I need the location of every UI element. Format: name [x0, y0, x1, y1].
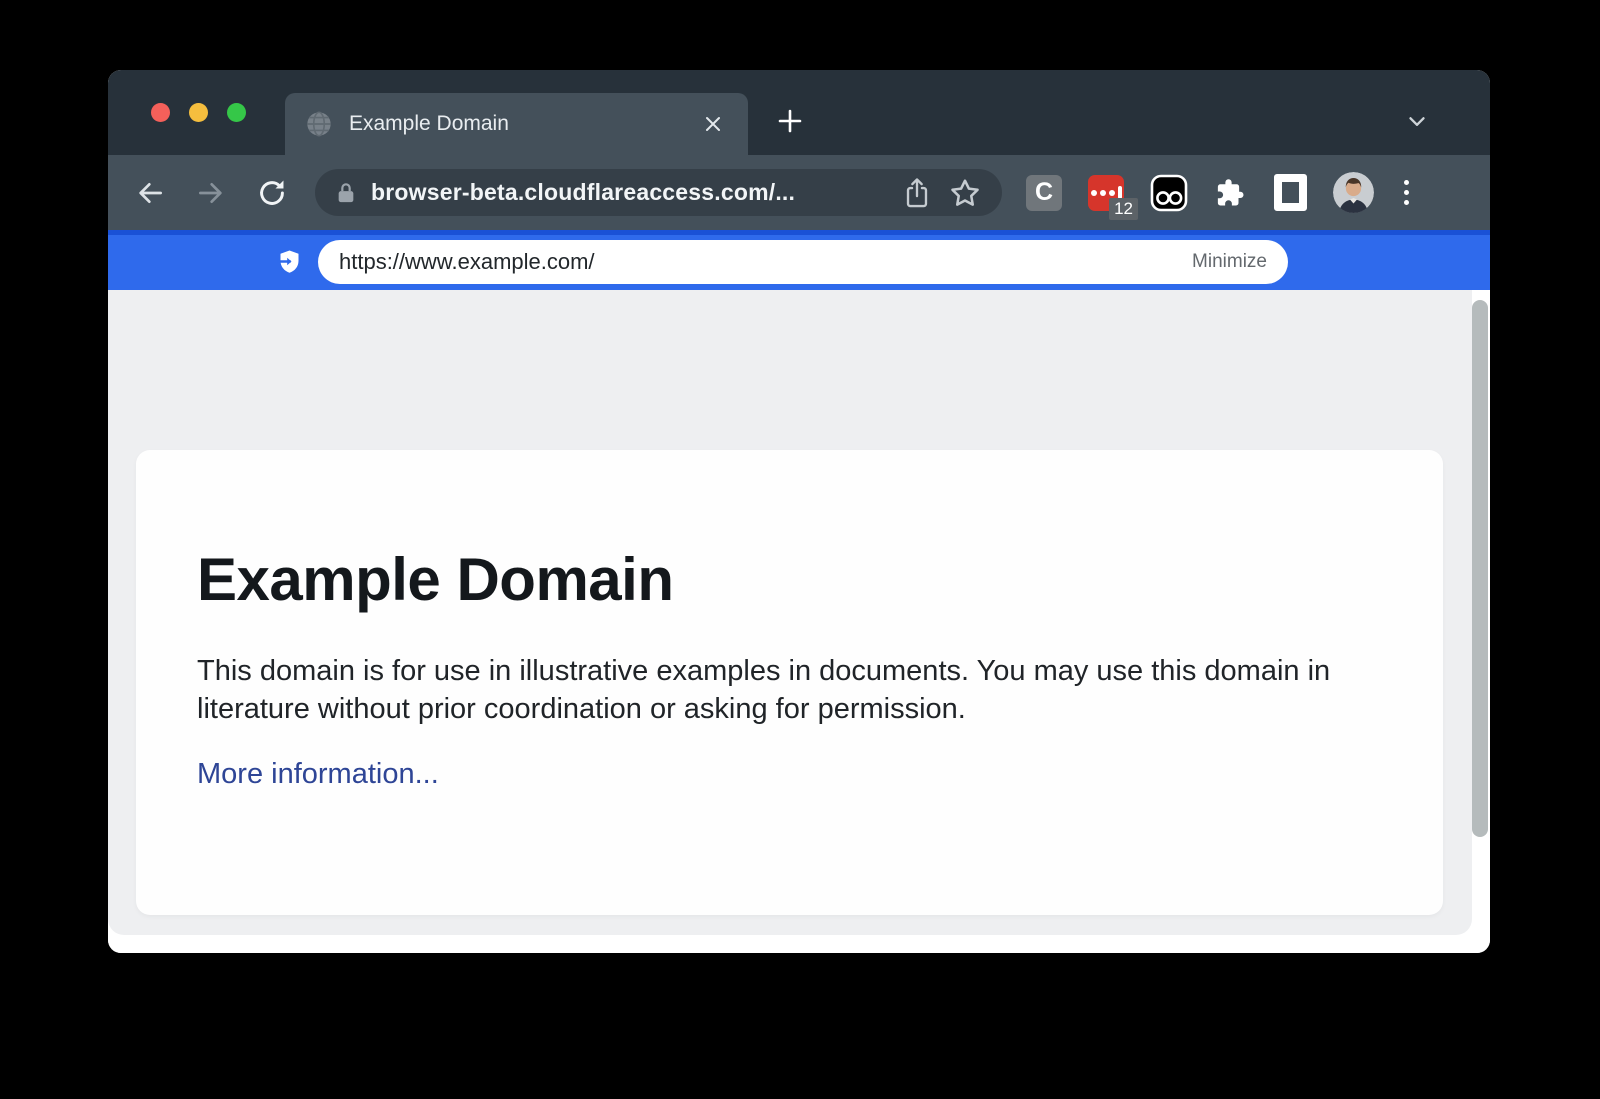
access-url-input[interactable]: https://www.example.com/ Minimize [318, 240, 1288, 284]
star-icon [949, 177, 981, 209]
address-bar[interactable]: browser-beta.cloudflareaccess.com/... [315, 169, 1002, 216]
avatar-photo [1333, 172, 1374, 213]
new-tab-button[interactable] [770, 101, 810, 141]
menu-dot [1404, 180, 1409, 185]
browser-menu-button[interactable] [1400, 176, 1413, 209]
page-viewport: Example Domain This domain is for use in… [108, 290, 1490, 953]
lastpass-dot [1100, 190, 1106, 196]
profile-avatar[interactable] [1333, 172, 1374, 213]
extension-badge-count: 12 [1109, 198, 1138, 220]
c-extension-icon[interactable]: C [1026, 175, 1062, 211]
more-information-link[interactable]: More information... [197, 758, 439, 791]
lock-icon [335, 180, 357, 206]
side-panel-button[interactable] [1274, 174, 1307, 211]
tab-bar: Example Domain [108, 70, 1490, 155]
puzzle-icon [1216, 178, 1246, 208]
browser-toolbar: browser-beta.cloudflareaccess.com/... C [108, 155, 1490, 230]
browser-window: Example Domain [108, 70, 1490, 953]
tab-example-domain[interactable]: Example Domain [285, 93, 748, 155]
tab-search-button[interactable] [1397, 101, 1437, 141]
lastpass-extension-icon[interactable]: 12 [1088, 175, 1124, 211]
menu-dot [1404, 190, 1409, 195]
tab-close-icon[interactable] [698, 109, 728, 139]
access-shield-icon [275, 249, 302, 276]
zoom-window-button[interactable] [227, 103, 246, 122]
chevron-down-icon [1404, 108, 1430, 134]
tab-title: Example Domain [349, 112, 698, 136]
page-background: Example Domain This domain is for use in… [108, 290, 1472, 935]
lastpass-dot [1091, 190, 1097, 196]
back-button[interactable] [133, 176, 167, 210]
forward-arrow-icon [195, 177, 227, 209]
forward-button[interactable] [194, 176, 228, 210]
cloudflare-access-bar: https://www.example.com/ Minimize [108, 230, 1490, 290]
extensions-menu-button[interactable] [1214, 176, 1248, 210]
traffic-lights [151, 70, 246, 155]
access-url-text: https://www.example.com/ [339, 249, 1192, 275]
reload-button[interactable] [255, 176, 289, 210]
address-url-text: browser-beta.cloudflareaccess.com/... [371, 179, 900, 206]
close-window-button[interactable] [151, 103, 170, 122]
globe-favicon-icon [305, 110, 333, 138]
menu-dot [1404, 200, 1409, 205]
share-icon [902, 177, 932, 209]
minimize-window-button[interactable] [189, 103, 208, 122]
share-button[interactable] [900, 176, 934, 210]
minimize-bar-button[interactable]: Minimize [1192, 251, 1267, 273]
reload-icon [256, 177, 288, 209]
extensions-row: C 12 [1026, 172, 1413, 213]
plus-icon [776, 107, 804, 135]
lastpass-dot [1109, 190, 1115, 196]
bookmark-button[interactable] [948, 176, 982, 210]
page-title: Example Domain [197, 548, 1383, 612]
example-domain-card: Example Domain This domain is for use in… [136, 450, 1443, 915]
back-arrow-icon [134, 177, 166, 209]
goggles-extension-icon[interactable] [1150, 174, 1188, 212]
vertical-scrollbar[interactable] [1472, 300, 1488, 837]
page-paragraph: This domain is for use in illustrative e… [197, 652, 1357, 728]
